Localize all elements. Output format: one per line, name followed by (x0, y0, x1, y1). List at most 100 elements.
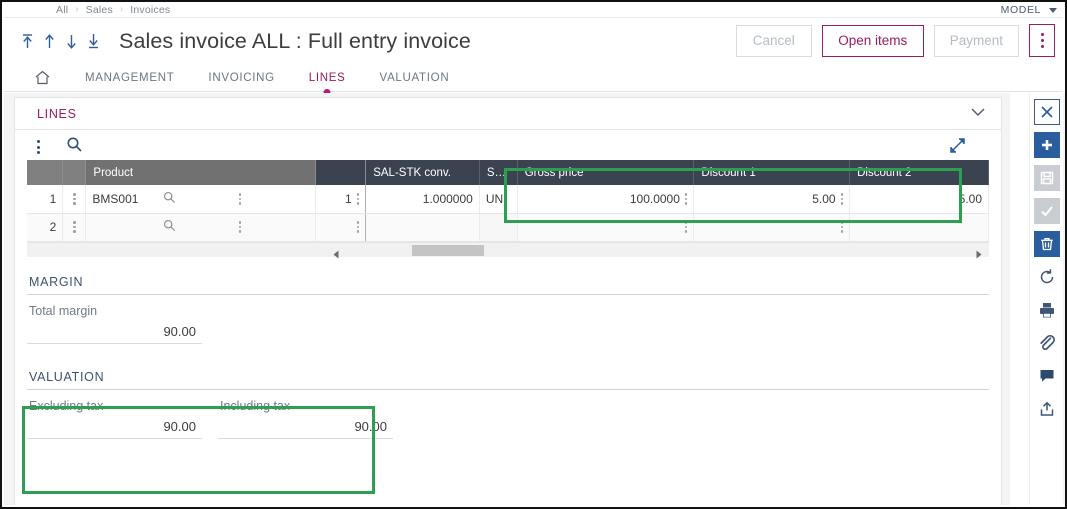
application-window: All › Sales › Invoices MODEL Sales invoi… (0, 0, 1067, 509)
export-icon[interactable] (1034, 396, 1060, 422)
tab-lines[interactable]: LINES (309, 64, 346, 92)
cell-gross-price-value: 100.0000 (629, 191, 680, 206)
cell-discount-1[interactable] (693, 213, 851, 242)
cell-unit (479, 213, 518, 242)
cell-quantity-value: 1 (345, 191, 352, 206)
cancel-button[interactable]: Cancel (735, 24, 812, 57)
field-excluding-tax: Excluding tax 90.00 (27, 399, 202, 439)
next-record-icon[interactable] (62, 29, 80, 53)
margin-section: MARGIN Total margin 90.00 (27, 257, 989, 344)
lines-grid-wrapper: Product SAL-STK conv. S… Gross price Dis… (27, 160, 989, 242)
grid-col-gross-price[interactable]: Gross price (517, 160, 695, 185)
breadcrumb-item-all[interactable]: All (56, 4, 68, 16)
cell-menu-icon[interactable] (840, 193, 844, 205)
chevron-down-icon[interactable] (969, 106, 987, 121)
cell-menu-icon[interactable] (684, 221, 688, 233)
breadcrumb-separator: › (75, 4, 79, 15)
attachment-icon[interactable] (1034, 330, 1060, 356)
field-total-margin-label: Total margin (29, 303, 98, 318)
first-record-icon[interactable] (18, 29, 36, 53)
record-navigation (18, 29, 102, 53)
field-total-margin-value[interactable]: 90.00 (27, 318, 202, 344)
margin-section-title: MARGIN (27, 275, 989, 295)
row-menu-icon[interactable] (62, 185, 87, 214)
cell-menu-icon[interactable] (840, 221, 844, 233)
lines-card: LINES Product SAL-STK conv. S… Gross pri… (14, 97, 1002, 505)
cell-quantity[interactable] (315, 213, 367, 242)
home-icon[interactable] (34, 69, 51, 86)
grid-col-salstk-conv[interactable]: SAL-STK conv. (365, 160, 480, 185)
grid-col-quantity (315, 160, 367, 185)
cell-salstk-conv[interactable] (365, 213, 480, 242)
tab-invoicing[interactable]: INVOICING (208, 64, 274, 92)
add-icon[interactable] (1033, 132, 1060, 158)
row-menu-icon[interactable] (62, 213, 87, 242)
cell-menu-icon[interactable] (356, 193, 360, 205)
cell-gross-price[interactable]: 100.0000 (517, 185, 695, 214)
action-rail (1029, 93, 1063, 505)
field-excluding-tax-value[interactable]: 90.00 (27, 413, 202, 439)
validate-icon[interactable] (1033, 198, 1060, 224)
grid-horizontal-scrollbar[interactable] (27, 241, 989, 258)
print-icon[interactable] (1034, 297, 1060, 323)
model-selector[interactable]: MODEL (1001, 2, 1057, 18)
tab-bar: MANAGEMENT INVOICING LINES VALUATION (4, 64, 1063, 92)
lines-panel-title: LINES (37, 106, 77, 121)
cell-discount-1[interactable]: 5.00 (693, 185, 851, 214)
field-including-tax: Including tax 90.00 (218, 399, 393, 439)
grid-col-product[interactable]: Product (85, 160, 316, 185)
cell-menu-icon[interactable] (684, 193, 688, 205)
lookup-icon[interactable] (163, 191, 233, 207)
grid-col-rownum (27, 160, 64, 185)
row-number: 2 (27, 213, 64, 242)
grid-col-rowmenu (62, 160, 87, 185)
refresh-icon[interactable] (1034, 264, 1060, 290)
cell-discount-2[interactable] (849, 213, 989, 242)
tab-valuation[interactable]: VALUATION (380, 64, 450, 92)
cell-gross-price[interactable] (517, 213, 695, 242)
cell-menu-icon[interactable] (238, 221, 309, 233)
breadcrumb-item-invoices[interactable]: Invoices (130, 4, 170, 16)
cell-quantity[interactable]: 1 (315, 185, 367, 214)
field-excluding-tax-label: Excluding tax (29, 398, 104, 413)
row-number: 1 (27, 185, 64, 214)
cell-menu-icon[interactable] (238, 193, 309, 205)
grid-options-icon[interactable] (33, 138, 44, 156)
search-icon[interactable] (66, 136, 83, 158)
scroll-thumb[interactable] (412, 244, 484, 256)
more-actions-icon[interactable] (1029, 24, 1055, 57)
delete-icon[interactable] (1033, 231, 1060, 257)
table-row[interactable]: 1 BMS001 1 1.000000 UN 100.0000 5.00 5.0… (27, 185, 989, 214)
grid-col-discount-2[interactable]: Discount 2 (849, 160, 989, 185)
cell-salstk-conv[interactable]: 1.000000 (365, 185, 480, 214)
field-including-tax-value[interactable]: 90.00 (218, 413, 393, 439)
grid-col-discount-1[interactable]: Discount 1 (693, 160, 851, 185)
last-record-icon[interactable] (84, 29, 102, 53)
lookup-icon[interactable] (163, 219, 233, 235)
breadcrumb: All › Sales › Invoices (4, 2, 1063, 18)
cell-discount-1-value: 5.00 (812, 191, 836, 206)
expand-grid-icon[interactable] (948, 136, 967, 160)
cell-product[interactable] (85, 213, 316, 242)
cell-menu-icon[interactable] (356, 221, 360, 233)
close-icon[interactable] (1033, 99, 1060, 125)
valuation-section-title: VALUATION (27, 370, 989, 390)
field-including-tax-label: Including tax (220, 398, 291, 413)
open-items-button[interactable]: Open items (821, 24, 924, 57)
payment-button[interactable]: Payment (933, 24, 1019, 57)
previous-record-icon[interactable] (40, 29, 58, 53)
table-row[interactable]: 2 (27, 213, 989, 242)
cell-discount-2[interactable]: 5.00 (849, 185, 989, 214)
tab-management[interactable]: MANAGEMENT (85, 64, 174, 92)
lines-panel-header: LINES (15, 98, 1001, 130)
header-actions: Cancel Open items Payment (735, 24, 1055, 57)
grid-col-unit[interactable]: S… (479, 160, 518, 185)
comment-icon[interactable] (1034, 363, 1060, 389)
cell-product[interactable]: BMS001 (85, 185, 316, 214)
valuation-section: VALUATION Excluding tax 90.00 Including … (27, 344, 989, 439)
cell-product-value: BMS001 (92, 191, 139, 206)
breadcrumb-item-sales[interactable]: Sales (86, 4, 113, 16)
save-icon[interactable] (1033, 165, 1060, 191)
breadcrumb-separator: › (119, 4, 124, 15)
grid-toolbar (15, 130, 1001, 160)
